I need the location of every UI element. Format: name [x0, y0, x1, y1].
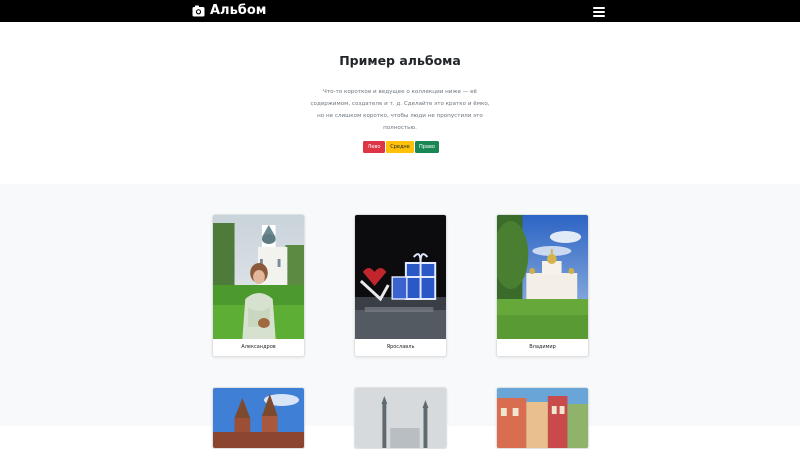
photo-church-woman: [213, 215, 304, 339]
hamburger-menu-icon[interactable]: [591, 4, 607, 18]
album-card-aleksandrov[interactable]: Александров: [212, 214, 305, 357]
photo-colorful-street: [497, 388, 588, 448]
hero-section: Пример альбома Что-то короткое и ведущее…: [0, 22, 800, 184]
brand-link[interactable]: Альбом: [192, 2, 266, 20]
hero-lead-text: Что-то короткое и ведущее о коллекции ни…: [310, 89, 490, 131]
camera-icon: [192, 5, 205, 17]
top-navbar: Альбом: [0, 0, 800, 22]
album-card-6[interactable]: [496, 387, 589, 449]
card-caption: Ярославль: [386, 344, 415, 350]
photo-night-installation: [355, 215, 446, 339]
album-card-vladimir[interactable]: Владимир: [496, 214, 589, 357]
photo-cathedral: [497, 215, 588, 339]
right-button[interactable]: Право: [415, 141, 439, 153]
page-title: Пример альбома: [339, 53, 461, 68]
brand-name: Альбом: [210, 3, 267, 18]
photo-fortress-towers: [213, 388, 304, 448]
card-caption: Александров: [241, 344, 276, 350]
album-card-5[interactable]: [354, 387, 447, 449]
middle-button[interactable]: Средне: [386, 141, 414, 153]
album-section: Александров Ярославль Владимир: [0, 184, 800, 449]
album-card-4[interactable]: [212, 387, 305, 449]
card-caption: Владимир: [529, 344, 556, 350]
album-card-yaroslavl[interactable]: Ярославль: [354, 214, 447, 357]
photo-mosque-minarets: [355, 388, 446, 448]
hero-button-group: Лево Средне Право: [363, 141, 439, 153]
left-button[interactable]: Лево: [363, 141, 385, 153]
